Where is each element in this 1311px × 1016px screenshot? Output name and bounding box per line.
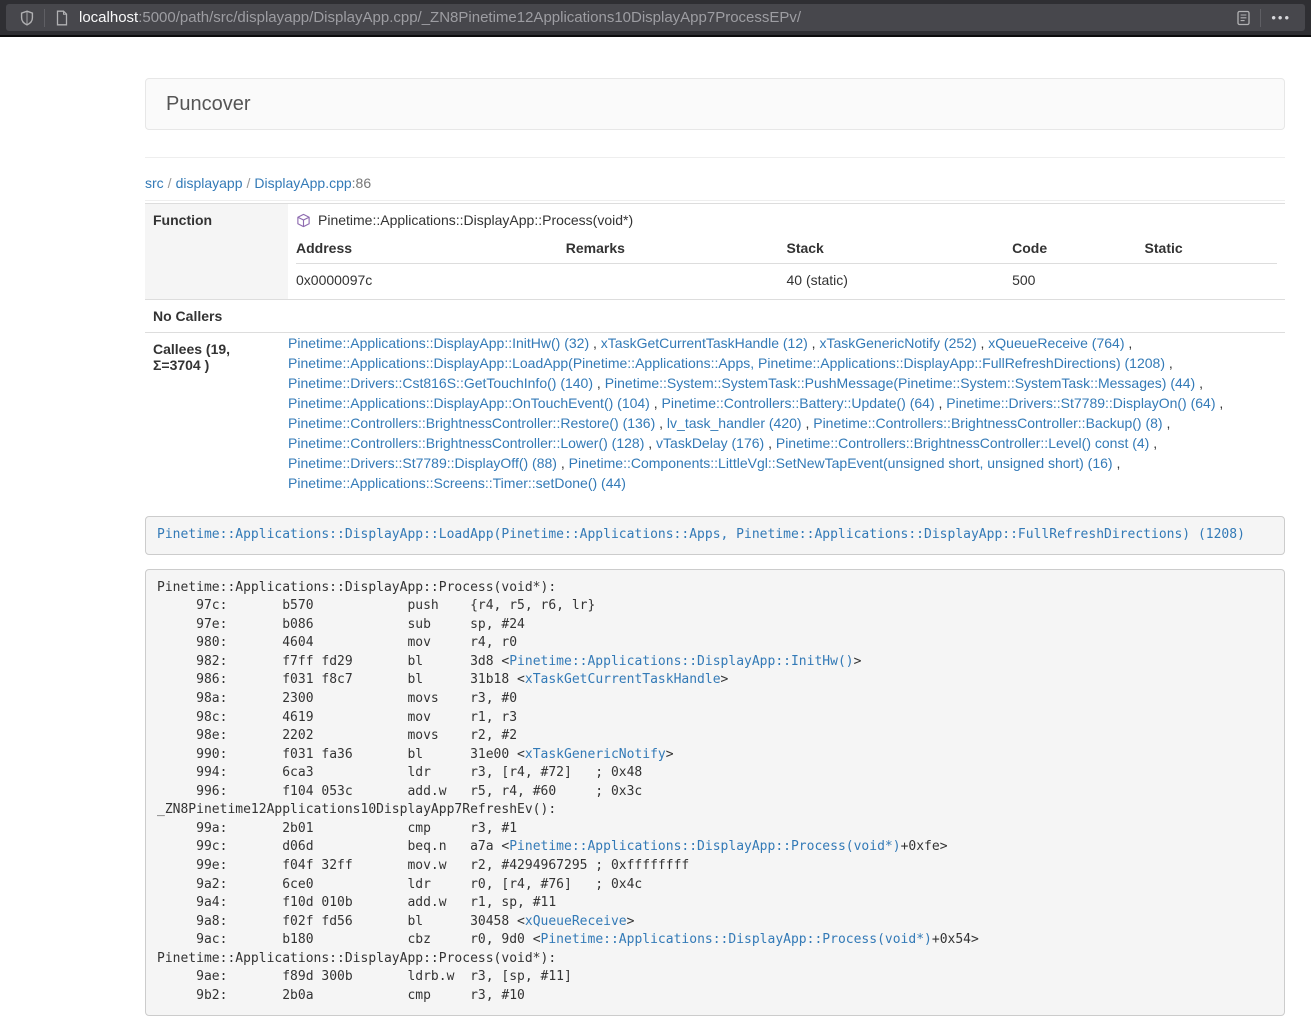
callee-link[interactable]: xQueueReceive (764) bbox=[988, 335, 1124, 351]
callee-link[interactable]: Pinetime::Controllers::BrightnessControl… bbox=[288, 415, 655, 431]
brand-panel: Puncover bbox=[145, 78, 1285, 130]
menu-icon[interactable]: ••• bbox=[1271, 11, 1291, 24]
page-container: Puncover src/displayapp/DisplayApp.cpp:8… bbox=[145, 78, 1285, 1016]
page-title: Puncover bbox=[166, 93, 251, 116]
url-host: localhost bbox=[79, 9, 138, 26]
stack-value: 40 (static) bbox=[786, 264, 1012, 300]
symbol-name: Pinetime::Applications::DisplayApp::Proc… bbox=[318, 212, 633, 228]
callee-separator: , bbox=[589, 335, 601, 351]
symbol-stats-table: Address Remarks Stack Code Static 0x0000… bbox=[296, 233, 1277, 299]
code-symbol-link[interactable]: xQueueReceive bbox=[525, 914, 627, 929]
callee-link[interactable]: Pinetime::Applications::DisplayApp::Load… bbox=[288, 355, 1165, 371]
toolbar-divider bbox=[44, 9, 45, 27]
url-text: localhost:5000/path/src/displayapp/Displ… bbox=[79, 9, 1232, 26]
column-header-static: Static bbox=[1145, 233, 1277, 264]
callee-link[interactable]: Pinetime::Drivers::Cst816S::GetTouchInfo… bbox=[288, 375, 593, 391]
code-symbol-link[interactable]: xTaskGenericNotify bbox=[525, 747, 666, 762]
no-callers-row: No Callers bbox=[145, 300, 1285, 333]
symbol-table: Function Pinetime::Applications::Display… bbox=[145, 203, 1285, 493]
callee-separator: , bbox=[1195, 375, 1203, 391]
disassembly-code: Pinetime::Applications::DisplayApp::Proc… bbox=[145, 569, 1285, 1016]
callees-label: Callees (19, Σ=3704 ) bbox=[145, 333, 288, 494]
callees-row: Callees (19, Σ=3704 ) Pinetime::Applicat… bbox=[145, 333, 1285, 494]
breadcrumb-line-number: :86 bbox=[352, 175, 371, 191]
breadcrumb-link-src[interactable]: src bbox=[145, 175, 164, 191]
cube-icon bbox=[296, 213, 311, 228]
remarks-value bbox=[566, 264, 787, 300]
callee-separator: , bbox=[1216, 395, 1224, 411]
code-symbol-link[interactable]: Pinetime::Applications::DisplayApp::Init… bbox=[509, 654, 853, 669]
callee-link[interactable]: vTaskDelay (176) bbox=[656, 435, 764, 451]
callee-separator: , bbox=[1165, 355, 1173, 371]
callee-separator: , bbox=[593, 375, 605, 391]
callee-separator: , bbox=[557, 455, 569, 471]
callee-separator: , bbox=[764, 435, 776, 451]
static-value bbox=[1145, 264, 1277, 300]
callee-link[interactable]: Pinetime::Controllers::BrightnessControl… bbox=[288, 435, 644, 451]
address-value: 0x0000097c bbox=[296, 264, 566, 300]
highlighted-symbol-box: Pinetime::Applications::DisplayApp::Load… bbox=[145, 516, 1285, 555]
code-symbol-link[interactable]: Pinetime::Applications::DisplayApp::Proc… bbox=[509, 839, 900, 854]
callee-separator: , bbox=[644, 435, 656, 451]
callee-link[interactable]: xTaskGenericNotify (252) bbox=[819, 335, 976, 351]
shield-icon[interactable] bbox=[16, 7, 38, 29]
url-bar[interactable]: localhost:5000/path/src/displayapp/Displ… bbox=[6, 4, 1305, 31]
callee-separator: , bbox=[650, 395, 662, 411]
callee-link[interactable]: Pinetime::Drivers::St7789::DisplayOn() (… bbox=[946, 395, 1215, 411]
column-header-address: Address bbox=[296, 233, 566, 264]
toolbar-divider bbox=[1260, 9, 1261, 27]
column-header-stack: Stack bbox=[786, 233, 1012, 264]
callee-link[interactable]: Pinetime::Applications::DisplayApp::OnTo… bbox=[288, 395, 650, 411]
breadcrumb-separator: / bbox=[247, 175, 251, 191]
symbol-line: Pinetime::Applications::DisplayApp::Proc… bbox=[288, 204, 1285, 233]
callee-separator: , bbox=[808, 335, 820, 351]
callee-separator: , bbox=[977, 335, 989, 351]
callee-link[interactable]: Pinetime::Controllers::BrightnessControl… bbox=[813, 415, 1162, 431]
callee-separator: , bbox=[1113, 455, 1121, 471]
loadapp-symbol-link[interactable]: Pinetime::Applications::DisplayApp::Load… bbox=[157, 527, 1245, 542]
callee-link[interactable]: Pinetime::Applications::DisplayApp::Init… bbox=[288, 335, 589, 351]
reader-view-icon[interactable] bbox=[1232, 7, 1254, 29]
breadcrumb-link-displayapp[interactable]: displayapp bbox=[176, 175, 243, 191]
code-symbol-link[interactable]: Pinetime::Applications::DisplayApp::Proc… bbox=[541, 932, 932, 947]
callee-link[interactable]: lv_task_handler (420) bbox=[667, 415, 802, 431]
code-symbol-link[interactable]: xTaskGetCurrentTaskHandle bbox=[525, 672, 721, 687]
stats-header-row: Address Remarks Stack Code Static bbox=[296, 233, 1277, 264]
callee-separator: , bbox=[1124, 335, 1132, 351]
breadcrumb-link-file[interactable]: DisplayApp.cpp bbox=[254, 175, 351, 191]
function-cell: Pinetime::Applications::DisplayApp::Proc… bbox=[288, 204, 1285, 300]
callee-separator: , bbox=[1149, 435, 1157, 451]
callee-link[interactable]: Pinetime::Controllers::Battery::Update()… bbox=[662, 395, 935, 411]
callee-link[interactable]: Pinetime::System::SystemTask::PushMessag… bbox=[605, 375, 1196, 391]
callee-separator: , bbox=[1163, 415, 1171, 431]
page-icon bbox=[51, 7, 73, 29]
column-header-remarks: Remarks bbox=[566, 233, 787, 264]
callee-link[interactable]: Pinetime::Applications::Screens::Timer::… bbox=[288, 475, 626, 491]
callees-list: Pinetime::Applications::DisplayApp::Init… bbox=[288, 333, 1285, 494]
breadcrumb: src/displayapp/DisplayApp.cpp:86 bbox=[145, 158, 1285, 201]
callee-separator: , bbox=[802, 415, 814, 431]
url-path: :5000/path/src/displayapp/DisplayApp.cpp… bbox=[138, 9, 801, 26]
no-callers-label: No Callers bbox=[145, 300, 288, 333]
browser-toolbar: localhost:5000/path/src/displayapp/Displ… bbox=[0, 0, 1311, 35]
callee-link[interactable]: Pinetime::Components::LittleVgl::SetNewT… bbox=[569, 455, 1113, 471]
function-row: Function Pinetime::Applications::Display… bbox=[145, 204, 1285, 300]
callee-link[interactable]: Pinetime::Controllers::BrightnessControl… bbox=[776, 435, 1149, 451]
stats-data-row: 0x0000097c 40 (static) 500 bbox=[296, 264, 1277, 300]
chrome-bottom-border bbox=[0, 35, 1311, 37]
callee-link[interactable]: xTaskGetCurrentTaskHandle (12) bbox=[601, 335, 808, 351]
column-header-code: Code bbox=[1012, 233, 1144, 264]
code-value: 500 bbox=[1012, 264, 1144, 300]
breadcrumb-separator: / bbox=[168, 175, 172, 191]
no-callers-cell bbox=[288, 300, 1285, 333]
function-label: Function bbox=[145, 204, 288, 300]
callee-link[interactable]: Pinetime::Drivers::St7789::DisplayOff() … bbox=[288, 455, 557, 471]
callee-separator: , bbox=[935, 395, 947, 411]
callee-separator: , bbox=[655, 415, 667, 431]
